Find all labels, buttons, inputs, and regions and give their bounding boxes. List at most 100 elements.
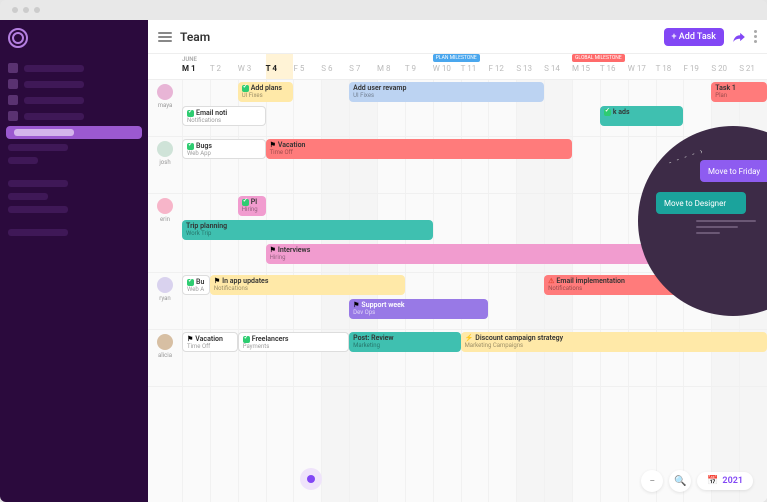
sidebar-item[interactable] <box>0 141 148 154</box>
day-header[interactable]: T 16 <box>600 54 628 79</box>
sidebar-item[interactable] <box>0 203 148 216</box>
day-header[interactable]: W 3 <box>238 54 266 79</box>
swimlane: alicia ⚑VacationTime OffFreelancersPaymen… <box>148 330 767 387</box>
browser-dot <box>12 7 18 13</box>
task-subtitle-label: Plan <box>715 92 763 99</box>
day-header[interactable]: T 2 <box>210 54 238 79</box>
task-subtitle-label: Time Off <box>270 149 568 156</box>
task-subtitle-label: Web App <box>187 150 261 157</box>
flag-icon: ⚑ <box>187 335 193 343</box>
zoom-out-button[interactable]: − <box>641 470 663 492</box>
avatar-name: alicia <box>158 352 172 359</box>
avatar-icon <box>157 277 173 293</box>
day-header[interactable]: S 20 <box>711 54 739 79</box>
browser-chrome <box>0 0 767 20</box>
page-title: Team <box>180 30 664 44</box>
sidebar-item[interactable] <box>0 190 148 203</box>
task-bar[interactable]: k ads <box>600 106 684 126</box>
task-bar[interactable]: BugsWeb App <box>182 139 266 159</box>
day-header[interactable]: S 13 <box>516 54 544 79</box>
context-option-move-friday[interactable]: Move to Friday <box>700 160 767 182</box>
avatar-name: maya <box>158 102 173 109</box>
day-header[interactable]: S 7 <box>349 54 377 79</box>
task-bar[interactable]: Add plansUI Fixes <box>238 82 294 102</box>
task-subtitle-label: Marketing <box>353 342 456 349</box>
task-title-label: Post: Review <box>353 334 393 342</box>
task-bar[interactable]: ⚑VacationTime Off <box>182 332 238 352</box>
day-header[interactable]: W 10PLAN MILESTONE <box>433 54 461 79</box>
task-subtitle-label: Marketing Campaigns <box>465 342 763 349</box>
checkbox-icon <box>604 109 611 116</box>
task-bar[interactable]: Post: ReviewMarketing <box>349 332 460 352</box>
add-person-button[interactable] <box>300 468 322 490</box>
avatar-icon <box>157 84 173 100</box>
task-bar[interactable]: Task 1Plan <box>711 82 767 102</box>
task-title-label: Vacation <box>278 141 306 149</box>
browser-dot <box>23 7 29 13</box>
task-bar[interactable]: Add user revampUI Fixes <box>349 82 544 102</box>
task-title-label: Email implementation <box>556 277 625 285</box>
task-title-label: Add user revamp <box>353 84 406 92</box>
task-subtitle-label: Payments <box>243 343 344 350</box>
day-header[interactable]: S 21 <box>739 54 767 79</box>
sidebar-item[interactable] <box>0 76 148 92</box>
day-header[interactable]: F 19 <box>683 54 711 79</box>
task-bar[interactable]: ⚑Support weekDev Ops <box>349 299 488 319</box>
lane-avatar[interactable]: ryan <box>148 273 182 329</box>
task-bar[interactable]: ⚑VacationTime Off <box>266 139 572 159</box>
day-header[interactable]: T 4 <box>266 54 294 79</box>
task-bar[interactable]: FreelancersPayments <box>238 332 349 352</box>
day-header[interactable]: M 1 <box>182 54 210 79</box>
add-task-button[interactable]: + Add Task <box>664 28 724 46</box>
day-header[interactable]: W 17 <box>628 54 656 79</box>
lane-avatar[interactable]: maya <box>148 80 182 136</box>
sidebar-item[interactable] <box>0 60 148 76</box>
avatar-icon <box>157 198 173 214</box>
sidebar-item-active[interactable] <box>6 126 142 139</box>
task-bar[interactable]: Trip planningWork Trip <box>182 220 433 240</box>
sidebar-item[interactable] <box>0 108 148 124</box>
lane-avatar[interactable]: erin <box>148 194 182 272</box>
sidebar <box>0 20 148 502</box>
day-header[interactable]: M 8 <box>377 54 405 79</box>
task-bar[interactable]: Email notiNotifications <box>182 106 266 126</box>
sidebar-item[interactable] <box>0 92 148 108</box>
share-icon[interactable] <box>732 30 746 44</box>
day-header[interactable]: S 14 <box>544 54 572 79</box>
lane-avatar[interactable]: alicia <box>148 330 182 386</box>
task-subtitle-label: UI Fixes <box>353 92 540 99</box>
context-option-move-designer[interactable]: Move to Designer <box>656 192 746 214</box>
task-title-label: Vacation <box>195 335 223 343</box>
day-header[interactable]: T 11 <box>461 54 489 79</box>
user-icon <box>8 111 18 121</box>
checkbox-icon <box>187 279 194 286</box>
context-menu-placeholder-lines <box>696 220 756 238</box>
task-title-label: Discount campaign strategy <box>475 334 563 342</box>
day-header[interactable]: F 5 <box>293 54 321 79</box>
sidebar-item[interactable] <box>0 154 148 167</box>
app-logo-icon[interactable] <box>8 28 28 48</box>
task-bar[interactable]: ⚡Discount campaign strategyMarketing Cam… <box>461 332 767 352</box>
lane-avatar[interactable]: josh <box>148 137 182 193</box>
day-header[interactable]: F 12 <box>488 54 516 79</box>
more-icon[interactable] <box>754 30 757 43</box>
zoom-in-button[interactable]: 🔍 <box>669 470 691 492</box>
day-header[interactable]: M 15GLOBAL MILESTONE <box>572 54 600 79</box>
task-title-label: Task 1 <box>715 84 736 92</box>
bell-icon <box>8 95 18 105</box>
sidebar-item[interactable] <box>0 226 148 239</box>
menu-icon[interactable] <box>158 32 172 42</box>
task-bar[interactable]: PlHiring <box>238 196 266 216</box>
year-selector[interactable]: 📅 2021 <box>697 472 753 490</box>
sidebar-item[interactable] <box>0 177 148 190</box>
warning-icon: ⚠ <box>548 277 554 285</box>
day-header[interactable]: S 6 <box>321 54 349 79</box>
checkbox-icon <box>187 110 194 117</box>
day-header[interactable]: T 18 <box>656 54 684 79</box>
task-title-label: Bugs <box>196 142 212 150</box>
avatar-name: ryan <box>159 295 170 302</box>
task-bar[interactable]: BuWeb A <box>182 275 210 295</box>
task-bar[interactable]: ⚑In app updatesNotifications <box>210 275 405 295</box>
task-title-label: Add plans <box>251 84 282 92</box>
day-header[interactable]: T 9 <box>405 54 433 79</box>
